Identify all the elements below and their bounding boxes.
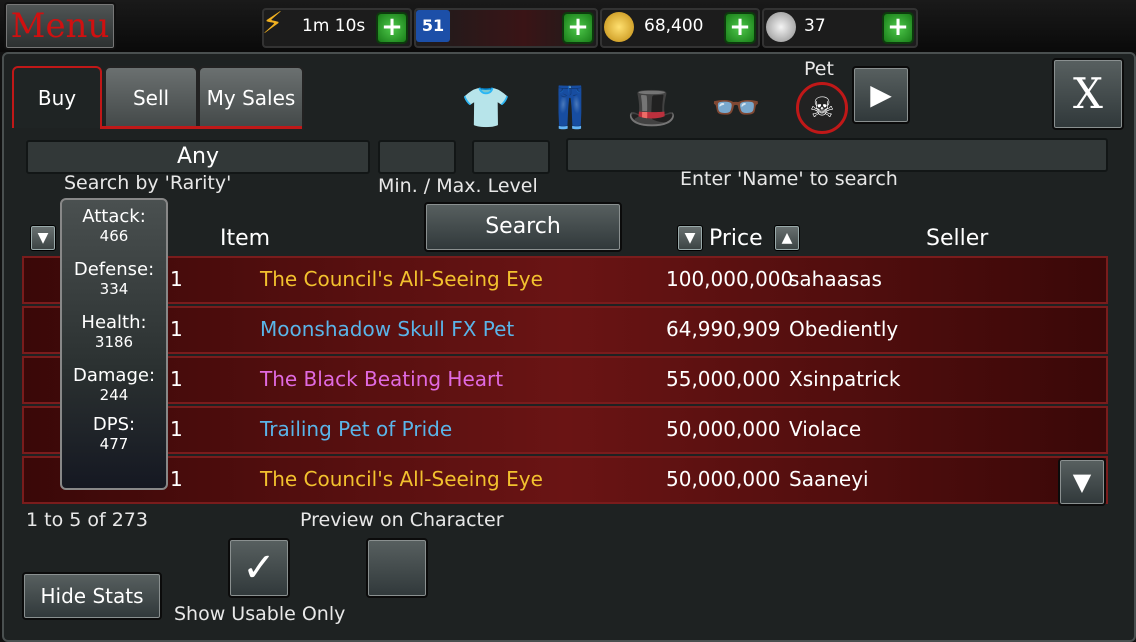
- row-seller: Violace: [789, 417, 862, 441]
- min-level-field[interactable]: [378, 140, 456, 174]
- row-seller: sahaasas: [789, 267, 882, 291]
- defense-value: 334: [99, 280, 129, 298]
- dps-value: 477: [99, 435, 129, 453]
- close-button[interactable]: X: [1052, 58, 1124, 130]
- level-badge-icon: 51: [416, 10, 450, 42]
- search-button[interactable]: Search: [424, 202, 622, 252]
- preview-label: Preview on Character: [300, 509, 504, 531]
- gold-coins-icon: [604, 12, 634, 42]
- defense-label: Defense:: [73, 259, 155, 280]
- row-level: 1: [170, 317, 183, 341]
- add-gold-button[interactable]: +: [724, 12, 756, 44]
- item-column-header: Item: [220, 226, 271, 251]
- row-price: 64,990,909: [666, 317, 781, 341]
- gold-bar: 68,400 +: [600, 8, 760, 48]
- sort-price-asc-button[interactable]: ▲: [774, 225, 800, 251]
- show-usable-label: Show Usable Only: [174, 603, 346, 625]
- health-value: 3186: [94, 333, 134, 351]
- row-level: 1: [170, 417, 183, 441]
- attack-value: 466: [99, 227, 129, 245]
- energy-timer: 1m 10s: [302, 16, 366, 36]
- gold-amount: 68,400: [644, 16, 704, 36]
- rarity-label: Search by 'Rarity': [64, 172, 232, 194]
- tab-sell[interactable]: Sell: [104, 66, 198, 130]
- add-level-button[interactable]: +: [562, 12, 594, 44]
- row-item-name: The Council's All-Seeing Eye: [260, 267, 543, 291]
- pet-label: Pet: [804, 58, 834, 80]
- row-item-name: The Black Beating Heart: [260, 367, 504, 391]
- row-price: 100,000,000: [666, 267, 794, 291]
- table-row[interactable]: 1 The Council's All-Seeing Eye 100,000,0…: [22, 256, 1108, 304]
- lightning-icon: ⚡: [262, 6, 284, 41]
- table-row[interactable]: 1 Moonshadow Skull FX Pet 64,990,909 Obe…: [22, 306, 1108, 354]
- rarity-dropdown[interactable]: Any: [26, 140, 370, 174]
- attack-label: Attack:: [82, 206, 146, 227]
- level-label: Min. / Max. Level: [378, 175, 538, 197]
- silver-bar: 37 +: [762, 8, 918, 48]
- row-seller: Saaneyi: [789, 467, 869, 491]
- damage-label: Damage:: [72, 365, 156, 386]
- row-price: 55,000,000: [666, 367, 781, 391]
- row-item-name: The Council's All-Seeing Eye: [260, 467, 543, 491]
- silver-amount: 37: [804, 16, 826, 36]
- energy-bar: ⚡ 1m 10s +: [262, 6, 412, 48]
- table-row[interactable]: 1 Trailing Pet of Pride 50,000,000 Viola…: [22, 406, 1108, 454]
- pagination-text: 1 to 5 of 273: [26, 509, 148, 531]
- sort-price-desc-button[interactable]: ▼: [677, 225, 703, 251]
- scroll-down-button[interactable]: ▼: [1058, 458, 1106, 506]
- table-row[interactable]: 1 The Black Beating Heart 55,000,000 Xsi…: [22, 356, 1108, 404]
- show-usable-checkbox[interactable]: ✓: [228, 538, 290, 598]
- price-column-header: Price: [709, 226, 763, 251]
- health-label: Health:: [81, 312, 147, 333]
- hide-stats-button[interactable]: Hide Stats: [22, 572, 162, 620]
- pet-icon[interactable]: ☠: [796, 82, 848, 134]
- row-price: 50,000,000: [666, 417, 781, 441]
- shirt-icon[interactable]: 👕: [458, 80, 514, 136]
- add-energy-button[interactable]: +: [376, 12, 408, 44]
- sort-level-button[interactable]: ▼: [30, 225, 56, 251]
- row-level: 1: [170, 367, 183, 391]
- level-bar: 51 +: [414, 8, 598, 48]
- row-level: 1: [170, 467, 183, 491]
- silver-coins-icon: [766, 12, 796, 42]
- row-item-name: Trailing Pet of Pride: [260, 417, 453, 441]
- row-seller: Obediently: [789, 317, 899, 341]
- item-stats-popup: Attack: 466 Defense: 334 Health: 3186 Da…: [60, 198, 168, 490]
- row-item-name: Moonshadow Skull FX Pet: [260, 317, 515, 341]
- menu-button[interactable]: Menu: [4, 2, 116, 50]
- row-level: 1: [170, 267, 183, 291]
- hat-icon[interactable]: 🎩: [624, 80, 680, 136]
- tab-my-sales[interactable]: My Sales: [198, 66, 304, 130]
- tab-buy[interactable]: Buy: [12, 66, 102, 128]
- pants-icon[interactable]: 👖: [542, 80, 598, 136]
- table-row[interactable]: 1 The Council's All-Seeing Eye 50,000,00…: [22, 456, 1108, 504]
- next-category-button[interactable]: ▶: [852, 66, 910, 124]
- row-price: 50,000,000: [666, 467, 781, 491]
- add-silver-button[interactable]: +: [882, 12, 914, 44]
- glasses-icon[interactable]: 👓: [708, 80, 764, 136]
- damage-value: 244: [99, 386, 129, 404]
- dps-label: DPS:: [92, 414, 136, 435]
- tab-underline: [100, 126, 302, 129]
- preview-checkbox[interactable]: [366, 538, 428, 598]
- seller-column-header: Seller: [926, 226, 989, 251]
- name-search-label: Enter 'Name' to search: [680, 168, 898, 190]
- name-search-input[interactable]: [566, 138, 1108, 172]
- row-seller: Xsinpatrick: [789, 367, 901, 391]
- max-level-field[interactable]: [472, 140, 550, 174]
